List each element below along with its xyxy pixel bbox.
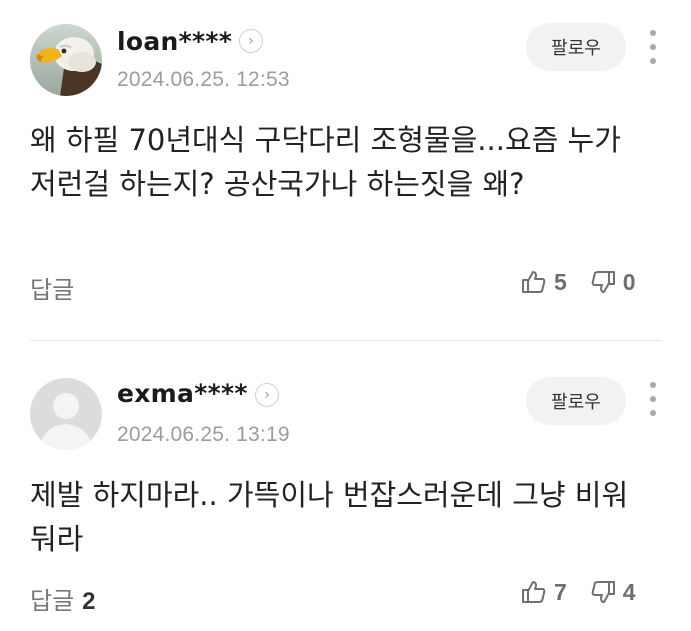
default-user-avatar-icon — [30, 378, 102, 450]
username[interactable]: exma**** — [117, 379, 248, 408]
vote-group: 7 4 — [520, 578, 636, 606]
vote-group: 5 0 — [520, 268, 636, 296]
like-button[interactable]: 5 — [520, 268, 567, 296]
thumbs-up-icon — [522, 581, 546, 603]
reply-label: 답글 — [30, 587, 75, 615]
comment-text: 왜 하필 70년대식 구닥다리 조형물을...요즘 누가 저런걸 하는지? 공산… — [30, 123, 621, 201]
comment-item: loan**** › 2024.06.25. 12:53 팔로우 왜 하필 70… — [0, 0, 691, 340]
dislike-button[interactable]: 0 — [589, 268, 636, 296]
reply-button[interactable]: 답글 2 — [30, 581, 96, 616]
eagle-avatar-icon — [30, 24, 102, 96]
username[interactable]: loan**** — [117, 27, 232, 56]
chevron-right-icon[interactable]: › — [255, 383, 279, 407]
reply-count: 2 — [82, 588, 96, 615]
thumbs-down-icon — [591, 581, 615, 603]
reply-label: 답글 — [30, 276, 75, 304]
thumbs-up-icon — [522, 271, 546, 293]
dislike-button[interactable]: 4 — [589, 578, 636, 606]
follow-button[interactable]: 팔로우 — [526, 23, 626, 71]
user-avatar[interactable] — [30, 378, 102, 450]
comment-item: exma**** › 2024.06.25. 13:19 팔로우 제발 하지마라… — [0, 341, 691, 631]
chevron-right-icon[interactable]: › — [239, 29, 263, 53]
more-options-icon[interactable] — [646, 382, 660, 416]
like-count: 5 — [554, 268, 567, 295]
reply-button[interactable]: 답글 — [30, 270, 82, 305]
follow-button[interactable]: 팔로우 — [526, 377, 626, 425]
timestamp: 2024.06.25. 13:19 — [117, 423, 290, 446]
dislike-count: 4 — [622, 578, 636, 605]
user-avatar[interactable] — [30, 24, 102, 96]
more-options-icon[interactable] — [646, 30, 660, 64]
like-count: 7 — [554, 578, 567, 605]
comment-text: 제발 하지마라.. 가뜩이나 번잡스러운데 그냥 비워둬라 — [30, 478, 629, 556]
thumbs-down-icon — [591, 271, 615, 293]
dislike-count: 0 — [622, 268, 636, 295]
like-button[interactable]: 7 — [520, 578, 567, 606]
timestamp: 2024.06.25. 12:53 — [117, 68, 290, 91]
